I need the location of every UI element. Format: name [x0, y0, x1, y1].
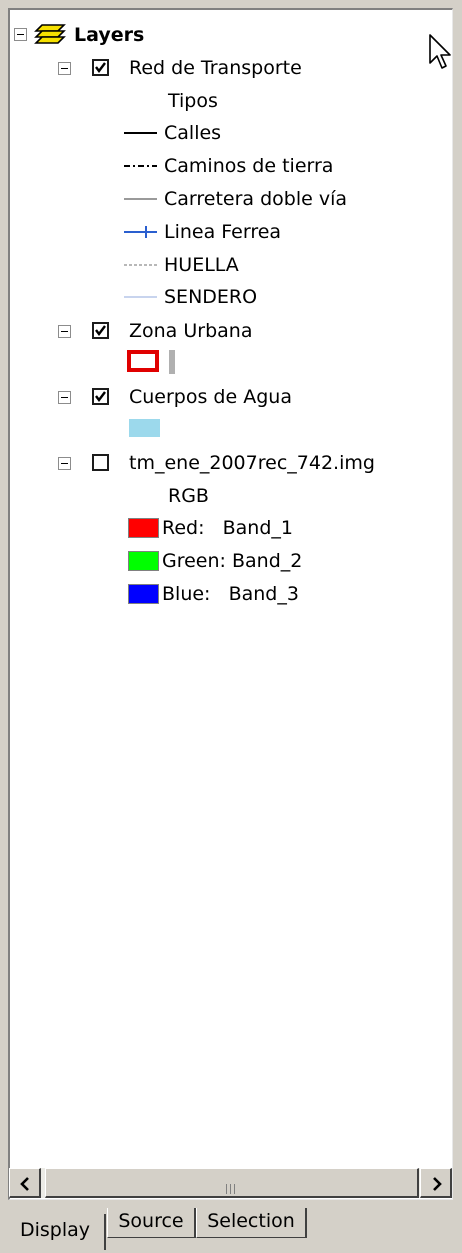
legend-fill-swatch	[128, 551, 159, 571]
mouse-pointer-icon	[428, 33, 452, 75]
root-layers-label[interactable]: Layers	[74, 24, 144, 46]
legend-line-symbol	[124, 189, 164, 213]
legend-line-symbol	[124, 156, 164, 180]
scrollbar-thumb[interactable]	[45, 1168, 419, 1198]
legend-fill-swatch	[129, 419, 160, 437]
legend-outline-box-symbol	[127, 350, 187, 378]
legend-label: Calles	[164, 122, 222, 144]
expand-collapse-toggle[interactable]	[58, 391, 71, 404]
layer-name-zona-urbana[interactable]: Zona Urbana	[129, 320, 252, 342]
legend-fill-swatch	[128, 584, 159, 604]
scroll-right-button[interactable]	[420, 1168, 452, 1198]
legend-label: Linea Ferrea	[164, 221, 282, 243]
horizontal-scrollbar[interactable]	[9, 1168, 452, 1198]
expand-collapse-toggle-layers[interactable]	[14, 28, 27, 41]
layer-visibility-checkbox[interactable]	[92, 388, 109, 405]
legend-label: Green: Band_2	[162, 550, 303, 572]
arrow-right-icon	[431, 1176, 443, 1195]
grip-icon	[225, 1179, 237, 1198]
layer-name-cuerpos-de-agua[interactable]: Cuerpos de Agua	[129, 386, 292, 408]
expand-collapse-toggle[interactable]	[58, 62, 71, 75]
tab-display[interactable]: Display	[6, 1214, 106, 1250]
table-of-contents-panel[interactable]: Layers Red de Transporte Tipos Calles Ca…	[8, 8, 453, 1200]
layer-visibility-checkbox[interactable]	[92, 454, 109, 471]
layer-name-raster[interactable]: tm_ene_2007rec_742.img	[129, 452, 375, 474]
layers-stack-icon	[33, 22, 67, 50]
legend-line-symbol	[124, 255, 164, 279]
legend-label: Caminos de tierra	[164, 155, 334, 177]
legend-label: Blue: Band_3	[162, 583, 299, 605]
layer-visibility-checkbox[interactable]	[92, 59, 109, 76]
expand-collapse-toggle[interactable]	[58, 457, 71, 470]
legend-fill-swatch	[128, 518, 159, 538]
layer-name-red-de-transporte[interactable]: Red de Transporte	[129, 57, 302, 79]
legend-label: Carretera doble vía	[164, 188, 348, 210]
layer-visibility-checkbox[interactable]	[92, 322, 109, 339]
arrow-left-icon	[19, 1176, 31, 1195]
legend-label: SENDERO	[164, 286, 258, 308]
legend-label: Red: Band_1	[162, 517, 293, 539]
legend-line-symbol	[124, 287, 164, 311]
legend-heading: Tipos	[168, 90, 218, 112]
tab-selection[interactable]: Selection	[196, 1208, 307, 1238]
tab-source[interactable]: Source	[107, 1208, 196, 1238]
legend-label: HUELLA	[164, 254, 239, 276]
expand-collapse-toggle[interactable]	[58, 325, 71, 338]
legend-heading: RGB	[168, 485, 209, 507]
scroll-left-button[interactable]	[9, 1168, 41, 1198]
legend-railroad-symbol	[124, 222, 164, 246]
legend-line-symbol	[124, 123, 164, 147]
